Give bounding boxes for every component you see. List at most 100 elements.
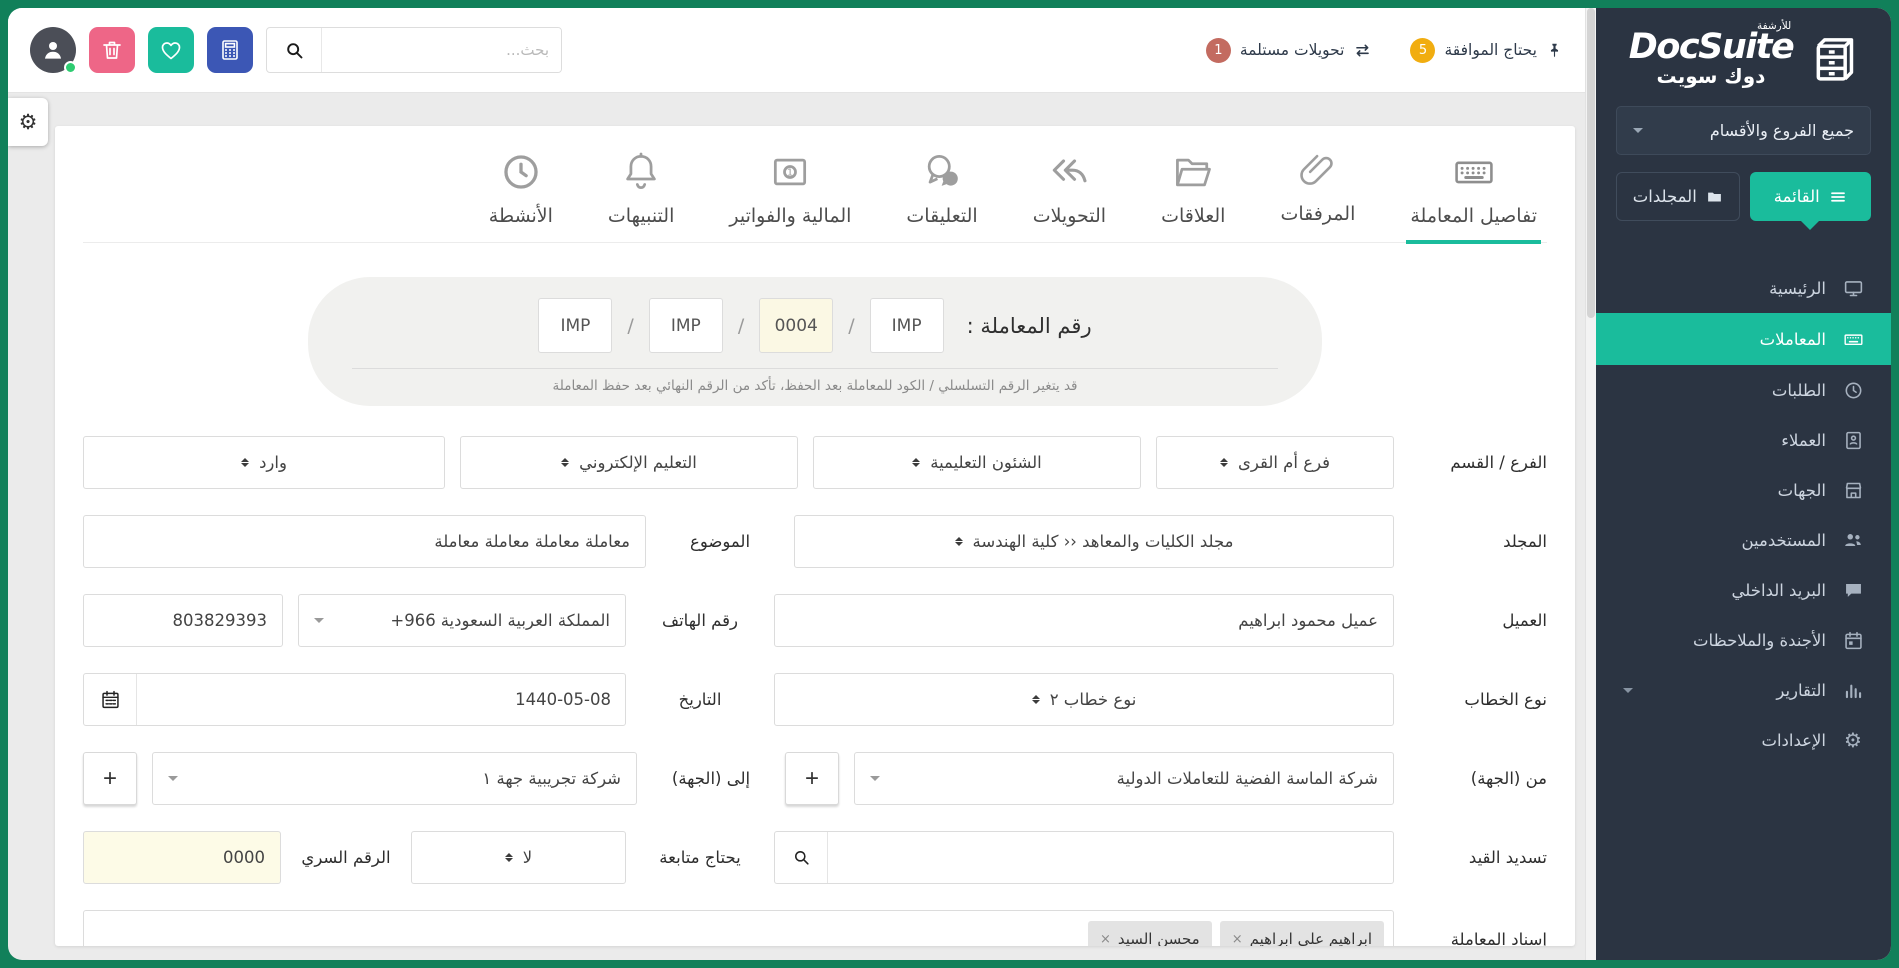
tab-bar: تفاصيل المعاملة المرفقات العلاقات التحوي… [83,126,1547,243]
svg-text:1: 1 [787,167,793,178]
close-icon[interactable]: × [1232,932,1243,947]
menu-button[interactable]: القائمة [1750,172,1872,221]
direction-select[interactable]: وارد [83,436,445,489]
close-icon[interactable]: × [1100,932,1111,947]
sidebar-item-internal-mail[interactable]: البريد الداخلي [1596,565,1891,615]
chat-icon [1842,580,1864,601]
needs-followup-select[interactable]: لا [411,831,626,884]
letter-type-label: نوع الخطاب [1409,690,1547,709]
subject-input[interactable] [83,515,646,568]
transaction-segment-code2[interactable]: IMP [649,298,723,353]
chevron-down-icon [1623,688,1633,698]
sidebar-item-clients[interactable]: العملاء [1596,415,1891,465]
sidebar-item-settings[interactable]: ⚙ الإعدادات [1596,715,1891,765]
transaction-number-row: رقم المعاملة : IMP / 0004 / IMP / IMP [338,298,1292,353]
date-input[interactable] [137,674,625,725]
favorites-button[interactable] [148,27,194,73]
sort-caret-icon [1032,691,1040,708]
sidebar-item-agenda-notes[interactable]: الأجندة والملاحظات [1596,615,1891,665]
from-entity-select[interactable]: شركة الماسة الفضية للتعاملات الدولية [854,752,1394,805]
avatar[interactable] [30,27,76,73]
branch-select[interactable]: فرع أم القرى [1156,436,1394,489]
branch-filter-select[interactable]: جميع الفروع والأقسام [1616,106,1871,155]
branch-section-label: الفرع / القسم [1409,453,1547,472]
sidebar-buttons: القائمة المجلدات [1616,172,1871,221]
date-label: التاريخ [641,690,759,709]
sidebar-item-home[interactable]: الرئيسية [1596,263,1891,313]
notifications: 1 تحويلات مستلمة 5 يحتاج الموافقة [1206,38,1563,63]
sidebar-item-transactions[interactable]: المعاملات [1596,313,1891,365]
tab-activities[interactable]: الأنشطة [485,150,557,242]
letter-type-select[interactable]: نوع خطاب ٢ [774,673,1394,726]
segment-separator: / [848,315,854,337]
chevron-down-icon [314,618,324,628]
tab-label: التعليقات [906,205,977,227]
tab-transaction-details[interactable]: تفاصيل المعاملة [1406,150,1541,242]
phone-country-select[interactable]: المملكة العربية السعودية +966 [298,594,626,647]
secret-number-input[interactable] [83,831,281,884]
from-entity-value: شركة الماسة الفضية للتعاملات الدولية [1117,769,1378,788]
sidebar-item-entities[interactable]: الجهات [1596,465,1891,515]
transaction-segment-code3[interactable]: IMP [538,298,612,353]
add-from-entity-button[interactable]: + [785,752,839,805]
phone-number-input[interactable] [83,594,283,647]
search-input[interactable] [322,28,561,72]
settings-flap[interactable]: ⚙ [8,98,48,146]
search-icon[interactable] [775,832,828,883]
tab-transfers[interactable]: التحويلات [1029,150,1110,242]
received-transfers-label[interactable]: تحويلات مستلمة [1240,41,1345,59]
direction-select-value: وارد [259,453,287,472]
assignment-tags-input[interactable]: ابراهيم علي ابراهيم × محسن السيد × [83,910,1394,946]
tab-label: الأنشطة [489,205,553,227]
tab-finance-invoices[interactable]: 1 المالية والفواتير [725,150,855,242]
user-icon [40,37,66,63]
sort-caret-icon [912,454,920,471]
folders-button[interactable]: المجلدات [1616,172,1740,221]
tab-label: المالية والفواتير [729,205,851,227]
chevron-down-icon [1633,128,1643,138]
transfer-icon [1353,41,1372,60]
form-row-assignment: إسناد المعاملة ابراهيم علي ابراهيم × محس… [83,910,1547,946]
sidebar-item-requests[interactable]: الطلبات [1596,365,1891,415]
transaction-segment-serial[interactable]: 0004 [759,298,833,353]
department-select-value: الشئون التعليمية [930,453,1042,472]
tab-relations[interactable]: العلاقات [1157,150,1229,242]
divider [352,368,1278,369]
tab-label: المرفقات [1280,203,1355,225]
sidebar-menu: الرئيسية المعاملات الطلبات العملاء الجها… [1596,263,1891,765]
add-to-entity-button[interactable]: + [83,752,137,805]
secret-number-label: الرقم السري [296,848,396,867]
department-select[interactable]: الشئون التعليمية [813,436,1141,489]
calendar-icon[interactable] [84,674,137,725]
assignment-tag-label: ابراهيم علي ابراهيم [1250,930,1372,946]
transaction-segment-type[interactable]: IMP [870,298,944,353]
scrollbar[interactable] [1585,8,1596,960]
sub-department-select-value: التعليم الإلكتروني [579,453,697,472]
tab-alerts[interactable]: التنبيهات [604,150,678,242]
trash-button[interactable] [89,27,135,73]
form-row-payment-followup: تسديد القيد يحتاج متابعة لا الرقم [83,831,1547,884]
to-entity-select[interactable]: شركة تجريبية جهة ١ [152,752,637,805]
pin-icon[interactable] [1546,42,1563,59]
brand-name-en: DocSuite [1629,30,1793,65]
sidebar-item-users[interactable]: المستخدمين [1596,515,1891,565]
phone-country-code: +966 [390,611,435,630]
app-window: 1 تحويلات مستلمة 5 يحتاج الموافقة ⚙ [0,0,1899,968]
scrollbar-thumb[interactable] [1587,8,1595,318]
search-icon[interactable] [267,28,322,72]
tab-comments[interactable]: التعليقات [902,150,981,242]
client-input[interactable] [774,594,1394,647]
transaction-form: الفرع / القسم فرع أم القرى الشئون التعلي… [83,436,1547,946]
topbar: 1 تحويلات مستلمة 5 يحتاج الموافقة [8,8,1585,93]
tab-attachments[interactable]: المرفقات [1276,150,1359,242]
record-payment-input[interactable] [828,832,1393,883]
calculator-button[interactable] [207,27,253,73]
search-box [266,27,562,73]
sidebar-item-reports[interactable]: التقارير [1596,665,1891,715]
folder-select[interactable]: مجلد الكليات والمعاهد ‹‹ كلية الهندسة [794,515,1394,568]
online-status-dot [64,61,77,74]
sub-department-select[interactable]: التعليم الإلكتروني [460,436,798,489]
transaction-number-panel: رقم المعاملة : IMP / 0004 / IMP / IMP قد… [308,277,1322,406]
needs-approval-label[interactable]: يحتاج الموافقة [1444,41,1537,59]
transaction-number-note: قد يتغير الرقم التسلسلي / الكود للمعاملة… [338,378,1292,394]
